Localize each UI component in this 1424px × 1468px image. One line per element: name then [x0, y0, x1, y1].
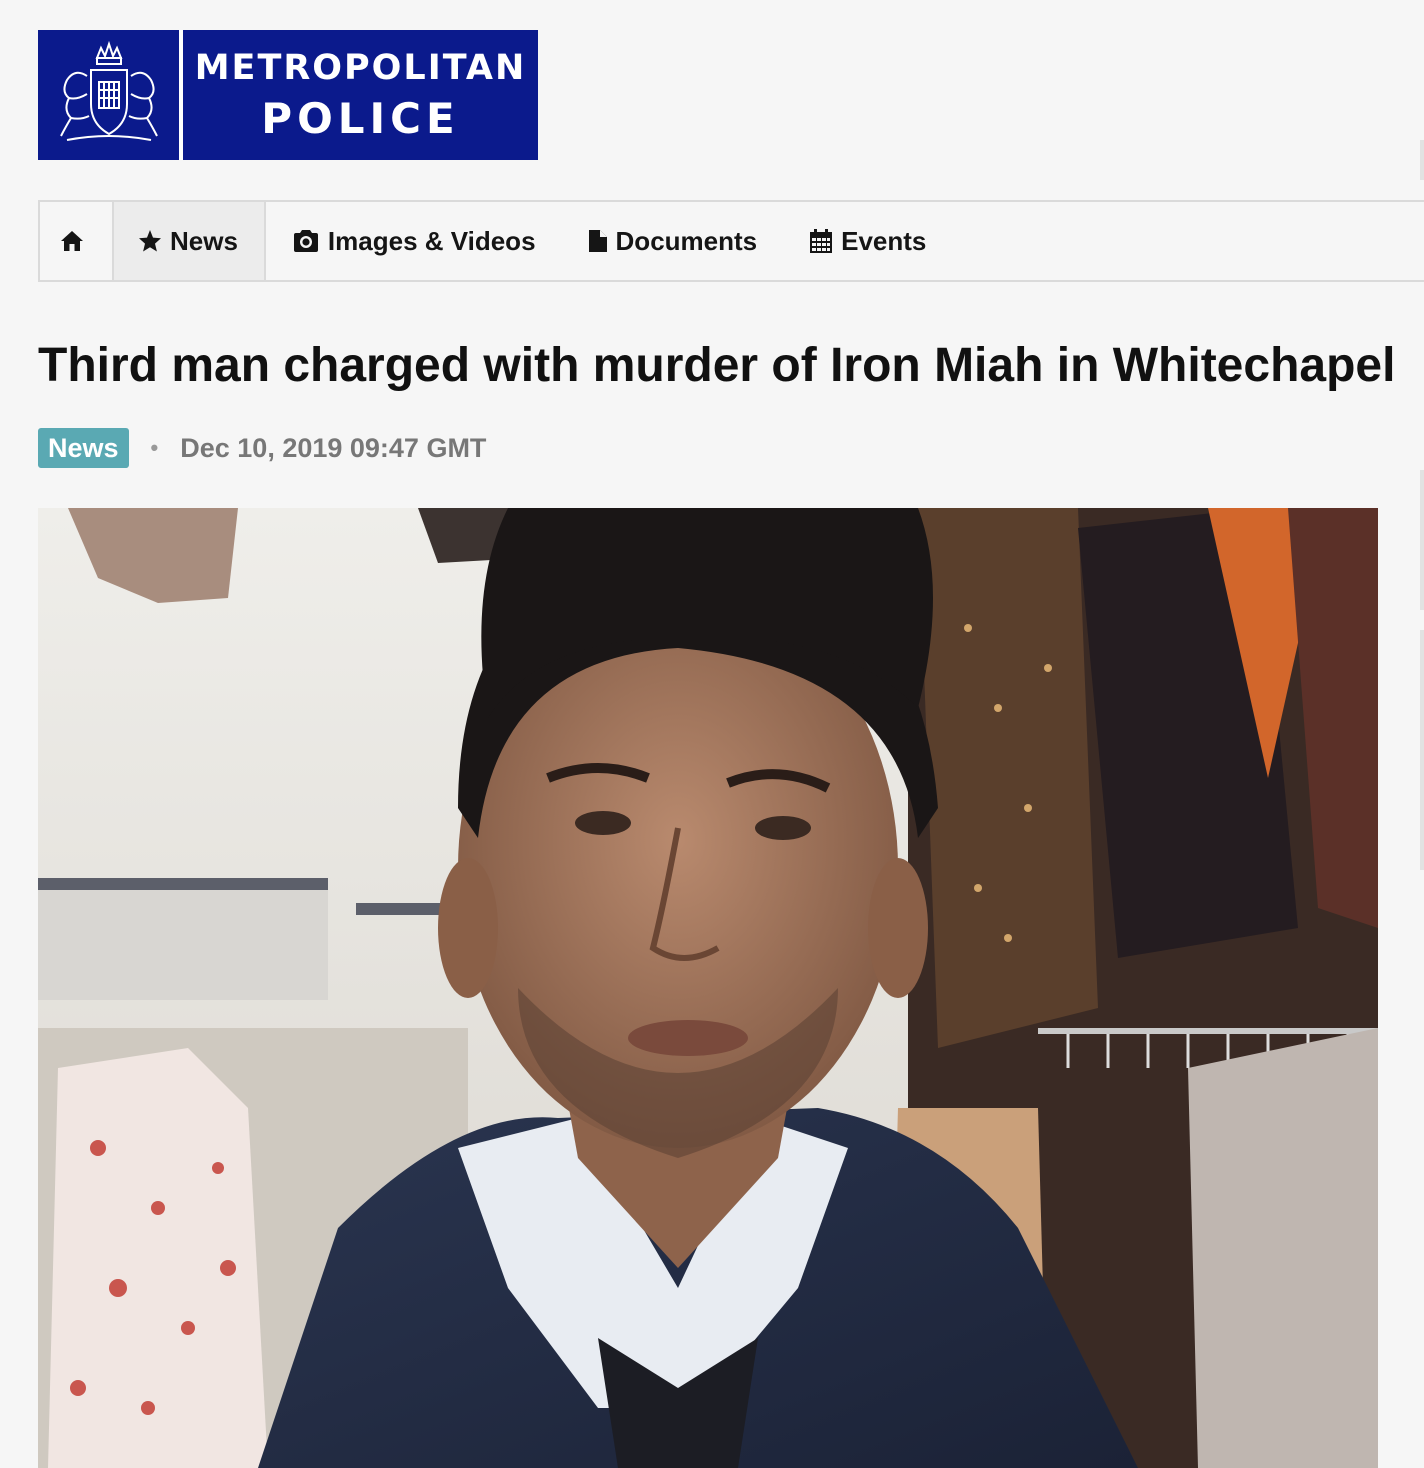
document-icon [588, 230, 607, 252]
nav-item-images-videos[interactable]: Images & Videos [266, 202, 562, 280]
logo-line-police: POLICE [261, 93, 460, 143]
right-edge-widget [1420, 630, 1424, 870]
royal-crest-icon [38, 30, 179, 160]
nav-item-documents[interactable]: Documents [562, 202, 784, 280]
nav-item-label: News [170, 225, 238, 256]
nav-item-news[interactable]: News [114, 202, 266, 280]
article-hero-image [38, 508, 1378, 1468]
camera-icon [293, 230, 318, 252]
star-icon [139, 230, 161, 252]
logo-line-metropolitan: METROPOLITAN [194, 47, 527, 88]
nav-item-label: Images & Videos [327, 225, 536, 256]
publish-date: Dec 10, 2019 09:47 GMT [180, 432, 487, 463]
right-edge-widget [1420, 140, 1424, 180]
nav-item-events[interactable]: Events [783, 202, 952, 280]
nav-item-label: Events [841, 225, 927, 256]
article-title: Third man charged with murder of Iron Mi… [38, 339, 1396, 392]
site-logo[interactable]: METROPOLITAN POLICE [38, 30, 538, 160]
nav-item-label: Documents [615, 225, 758, 256]
main-navigation: News Images & Videos Documents Events [38, 200, 1424, 282]
nav-home[interactable] [40, 202, 114, 280]
logo-wordmark: METROPOLITAN POLICE [183, 30, 538, 160]
meta-separator: • [150, 435, 159, 460]
calendar-icon [810, 229, 833, 253]
article-meta: News • Dec 10, 2019 09:47 GMT [38, 428, 486, 468]
right-edge-widget [1420, 470, 1424, 610]
home-icon [61, 231, 83, 251]
category-badge[interactable]: News [38, 428, 129, 468]
